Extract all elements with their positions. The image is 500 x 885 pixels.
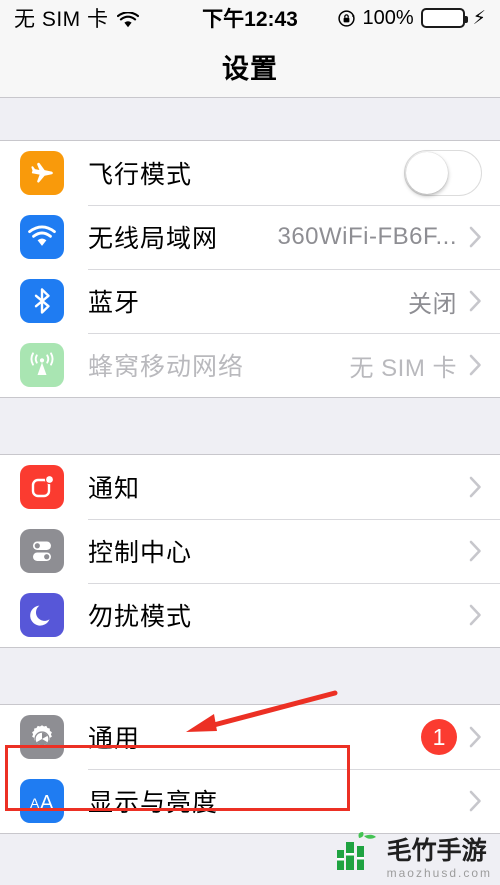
settings-row-label: 控制中心 <box>88 539 193 567</box>
wifi-icon <box>116 10 139 28</box>
settings-row-label: 通知 <box>88 475 141 503</box>
chevron-right-icon <box>469 476 482 498</box>
battery-icon <box>420 8 468 28</box>
group-spacer-top <box>0 98 500 140</box>
chevron-right-icon <box>469 226 482 248</box>
battery-percent-label: 100% <box>362 6 414 29</box>
settings-row-do-not-disturb[interactable]: 勿扰模式 <box>0 583 500 647</box>
settings-row-cellular[interactable]: 蜂窝移动网络 无 SIM 卡 <box>0 333 500 397</box>
settings-row-accessory <box>469 476 500 498</box>
status-bar: 无 SIM 卡 下午12:43 100% ⚡ <box>0 0 500 36</box>
group-spacer-2 <box>0 648 500 704</box>
settings-row-general[interactable]: 通用 1 <box>0 705 500 769</box>
settings-group-system: 通用 1 A A 显示与亮度 <box>0 704 500 834</box>
settings-row-accessory: 无 SIM 卡 <box>349 348 500 383</box>
settings-row-bluetooth[interactable]: 蓝牙 关闭 <box>0 269 500 333</box>
watermark-title: 毛竹手游 <box>386 837 487 865</box>
carrier-label: 无 SIM 卡 <box>14 8 109 31</box>
toggle-knob <box>406 152 448 194</box>
settings-row-accessory: 360WiFi-FB6F... <box>277 223 500 251</box>
chevron-right-icon <box>469 290 482 312</box>
settings-row-accessory: 1 <box>421 719 500 755</box>
chevron-right-icon <box>469 354 482 376</box>
chevron-right-icon <box>469 604 482 626</box>
settings-row-label: 蜂窝移动网络 <box>88 353 245 381</box>
bluetooth-icon <box>20 279 64 323</box>
cellular-icon <box>20 343 64 387</box>
rotation-lock-icon <box>337 9 356 28</box>
settings-row-notifications[interactable]: 通知 <box>0 455 500 519</box>
watermark: 毛竹手游 maozhusd.com <box>335 832 492 879</box>
airplane-icon <box>20 151 64 195</box>
iphone-settings-screen: 无 SIM 卡 下午12:43 100% ⚡ 设置 飞行模式 无线局域网 360… <box>0 0 500 885</box>
settings-group-connectivity: 飞行模式 无线局域网 360WiFi-FB6F... 蓝牙 关闭 蜂窝移动网络 … <box>0 140 500 398</box>
text-size-icon: A A <box>20 779 64 823</box>
settings-row-label: 显示与亮度 <box>88 789 219 817</box>
status-bar-right: 100% ⚡ <box>337 6 486 30</box>
settings-row-label: 飞行模式 <box>88 161 193 189</box>
svg-text:A: A <box>40 792 54 814</box>
group-spacer-1 <box>0 398 500 454</box>
watermark-text: 毛竹手游 maozhusd.com <box>386 837 492 880</box>
settings-row-accessory <box>469 790 500 812</box>
charging-bolt-icon: ⚡ <box>472 7 486 29</box>
cellular-state-value: 无 SIM 卡 <box>349 354 457 382</box>
nav-bar: 设置 <box>0 36 500 98</box>
settings-row-control-center[interactable]: 控制中心 <box>0 519 500 583</box>
settings-row-label: 勿扰模式 <box>88 603 193 631</box>
airplane-mode-toggle[interactable] <box>404 150 482 196</box>
chevron-right-icon <box>469 540 482 562</box>
bluetooth-state-value: 关闭 <box>408 290 457 318</box>
moon-icon <box>20 593 64 637</box>
settings-row-label: 无线局域网 <box>88 225 219 253</box>
bamboo-logo-icon <box>335 832 381 879</box>
settings-row-accessory <box>469 540 500 562</box>
settings-row-accessory: 关闭 <box>408 284 500 319</box>
settings-list[interactable]: 飞行模式 无线局域网 360WiFi-FB6F... 蓝牙 关闭 蜂窝移动网络 … <box>0 98 500 885</box>
settings-row-accessory <box>404 150 500 196</box>
control-center-icon <box>20 529 64 573</box>
wifi-network-value: 360WiFi-FB6F... <box>277 223 457 250</box>
settings-row-airplane-mode[interactable]: 飞行模式 <box>0 141 500 205</box>
settings-group-notifications: 通知 控制中心 勿扰模式 <box>0 454 500 648</box>
notification-icon <box>20 465 64 509</box>
settings-row-label: 蓝牙 <box>88 289 141 317</box>
page-title: 设置 <box>222 54 278 84</box>
chevron-right-icon <box>469 790 482 812</box>
gear-icon <box>20 715 64 759</box>
status-bar-left: 无 SIM 卡 <box>14 3 139 33</box>
settings-row-display-brightness[interactable]: A A 显示与亮度 <box>0 769 500 833</box>
svg-text:A: A <box>30 795 40 811</box>
chevron-right-icon <box>469 726 482 748</box>
settings-row-label: 通用 <box>88 725 141 753</box>
settings-row-accessory <box>469 604 500 626</box>
settings-row-wifi[interactable]: 无线局域网 360WiFi-FB6F... <box>0 205 500 269</box>
wifi-icon <box>20 215 64 259</box>
watermark-subtitle: maozhusd.com <box>386 866 492 880</box>
general-badge-count: 1 <box>421 719 457 755</box>
